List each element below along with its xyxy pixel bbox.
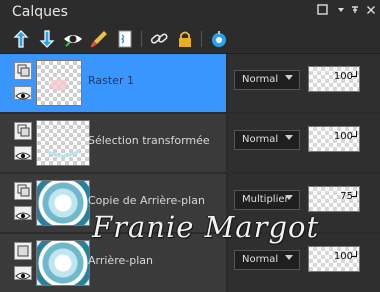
- blend-mode-value: Multiplier: [242, 194, 289, 205]
- layer-row-selection-transformee[interactable]: Sélection transformée Normal 100: [0, 114, 380, 172]
- new-raster-layer-icon[interactable]: [10, 28, 32, 50]
- pin-icon[interactable]: [348, 4, 362, 18]
- panel-title: Calques: [12, 4, 68, 20]
- layer-row-raster-1[interactable]: Raster 1 Normal 100: [0, 54, 380, 112]
- document-page-icon[interactable]: [114, 28, 136, 50]
- layer-name[interactable]: Copie de Arrière-plan: [88, 194, 205, 207]
- chevron-down-icon[interactable]: [334, 4, 348, 18]
- opacity-field[interactable]: 100: [308, 66, 360, 92]
- layers-toolbar: [0, 25, 380, 54]
- layer-name[interactable]: Arrière-plan: [88, 254, 153, 267]
- chevron-down-icon: [285, 255, 293, 260]
- layers-panel: Calques Raster 1 Normal 100 Sélection tr…: [0, 0, 380, 292]
- layer-type-icon: [14, 62, 32, 80]
- opacity-field[interactable]: 100: [308, 246, 360, 272]
- blend-mode-value: Normal: [242, 74, 279, 85]
- opacity-field[interactable]: 75: [308, 186, 360, 212]
- watermark-signature: Franie Margot: [92, 210, 320, 244]
- layer-row-main[interactable]: Raster 1: [0, 54, 226, 112]
- adjust-color-icon[interactable]: [208, 28, 230, 50]
- layer-thumbnail: [36, 60, 82, 106]
- visibility-eye-icon[interactable]: [14, 266, 32, 280]
- layer-properties: Normal 100: [228, 54, 380, 112]
- blend-mode-value: Normal: [242, 254, 279, 265]
- toolbar-divider: [201, 31, 202, 47]
- opacity-field[interactable]: 100: [308, 126, 360, 152]
- blend-mode-value: Normal: [242, 134, 279, 145]
- chevron-down-icon: [285, 135, 293, 140]
- visibility-eye-icon[interactable]: [14, 146, 32, 160]
- layer-name[interactable]: Raster 1: [88, 74, 134, 87]
- link-icon[interactable]: [148, 28, 170, 50]
- toolbar-divider: [141, 31, 142, 47]
- new-vector-layer-icon[interactable]: [36, 28, 58, 50]
- layer-type-icon: [14, 122, 32, 140]
- resize-corner-icon: [351, 131, 357, 137]
- chevron-down-icon: [285, 195, 293, 200]
- visibility-eye-icon[interactable]: [14, 206, 32, 220]
- square-icon[interactable]: [316, 4, 330, 18]
- layer-type-icon: [14, 182, 32, 200]
- blend-mode-select[interactable]: Normal: [234, 130, 300, 150]
- layer-properties: Normal 100: [228, 114, 380, 172]
- layer-row-main[interactable]: Sélection transformée: [0, 114, 226, 172]
- blend-mode-select[interactable]: Normal: [234, 70, 300, 90]
- layer-type-icon: [14, 242, 32, 260]
- blend-mode-select[interactable]: Multiplier: [234, 190, 300, 210]
- lock-icon[interactable]: [174, 28, 196, 50]
- layer-thumbnail: [36, 120, 90, 166]
- layer-thumbnail: [36, 240, 90, 286]
- panel-title-bar: Calques: [0, 0, 380, 24]
- layer-list: Raster 1 Normal 100 Sélection transformé…: [0, 54, 380, 292]
- close-icon[interactable]: [364, 4, 378, 18]
- layer-name[interactable]: Sélection transformée: [88, 134, 210, 147]
- chevron-down-icon: [285, 75, 293, 80]
- resize-corner-icon: [351, 251, 357, 257]
- blend-mode-select[interactable]: Normal: [234, 250, 300, 270]
- visibility-eye-icon[interactable]: [62, 28, 84, 50]
- visibility-eye-icon[interactable]: [14, 86, 32, 100]
- layer-thumbnail: [36, 180, 90, 226]
- resize-corner-icon: [351, 71, 357, 77]
- resize-corner-icon: [351, 191, 357, 197]
- paint-brush-icon[interactable]: [88, 28, 110, 50]
